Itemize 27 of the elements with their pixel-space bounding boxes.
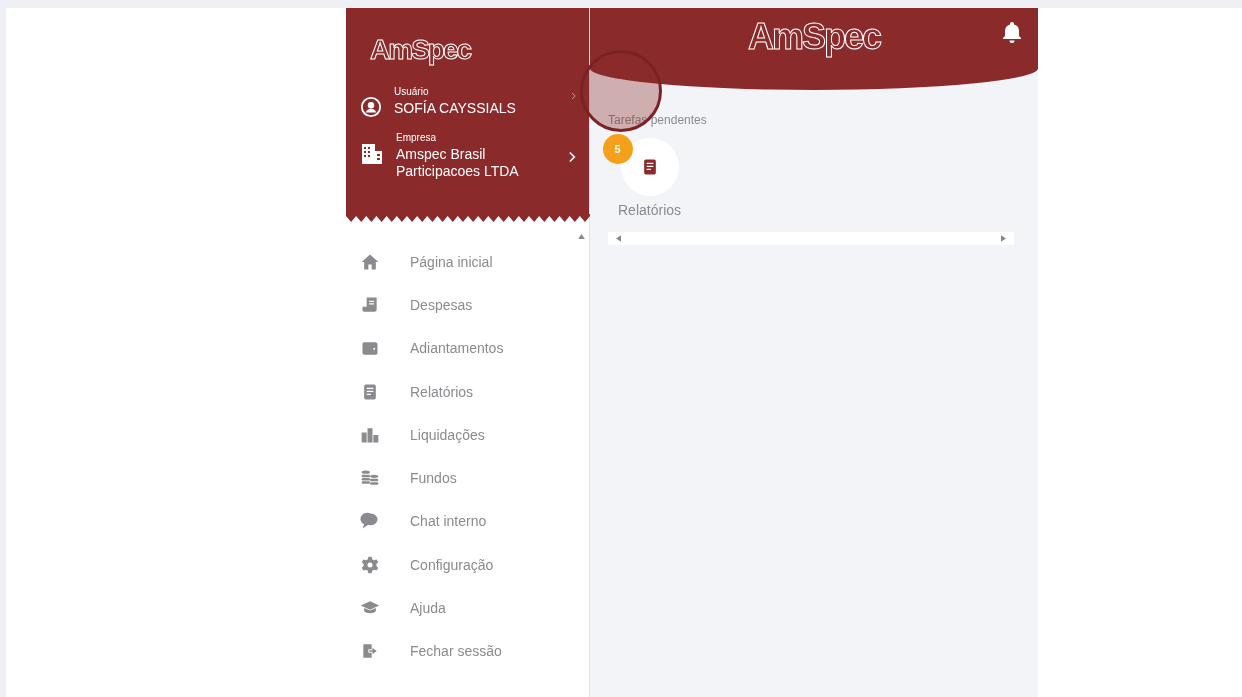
- menu-item[interactable]: Configuração: [346, 543, 573, 587]
- menu-item[interactable]: Relatórios: [346, 369, 573, 414]
- company-label: Empresa: [396, 132, 437, 143]
- building-icon: [360, 142, 384, 166]
- menu-item[interactable]: Chat interno: [346, 499, 573, 544]
- menu-item[interactable]: Página inicial: [346, 240, 573, 284]
- logo: AmSpec: [747, 16, 881, 60]
- chevron-icon[interactable]: [568, 150, 577, 164]
- company-name[interactable]: Amspec Brasil Participacoes LTDA: [396, 146, 536, 180]
- menu-item[interactable]: Ajuda: [346, 586, 573, 630]
- scroll-right-icon[interactable]: [1001, 235, 1006, 242]
- menu-item[interactable]: Despesas: [346, 283, 573, 327]
- task-label: Relatórios: [618, 202, 682, 218]
- logo: AmSpec: [370, 34, 471, 66]
- section-title: Tarefas pendentes: [608, 113, 707, 127]
- user-icon: [360, 96, 382, 118]
- user-name[interactable]: SOFÍA CAYSSIALS: [394, 100, 534, 117]
- menu-item[interactable]: Fechar sessão: [346, 629, 573, 673]
- count-badge: 5: [602, 134, 633, 164]
- menu-item[interactable]: Adiantamentos: [346, 326, 573, 370]
- menu-item[interactable]: Liquidações: [346, 413, 573, 457]
- scroll-left-icon[interactable]: [616, 235, 621, 242]
- scroll-up-icon[interactable]: [577, 234, 585, 239]
- menu-item[interactable]: Fundos: [346, 456, 573, 500]
- settings-icon: [360, 554, 380, 575]
- notification-bell-icon[interactable]: [1000, 20, 1024, 44]
- user-label: Usuário: [394, 86, 430, 97]
